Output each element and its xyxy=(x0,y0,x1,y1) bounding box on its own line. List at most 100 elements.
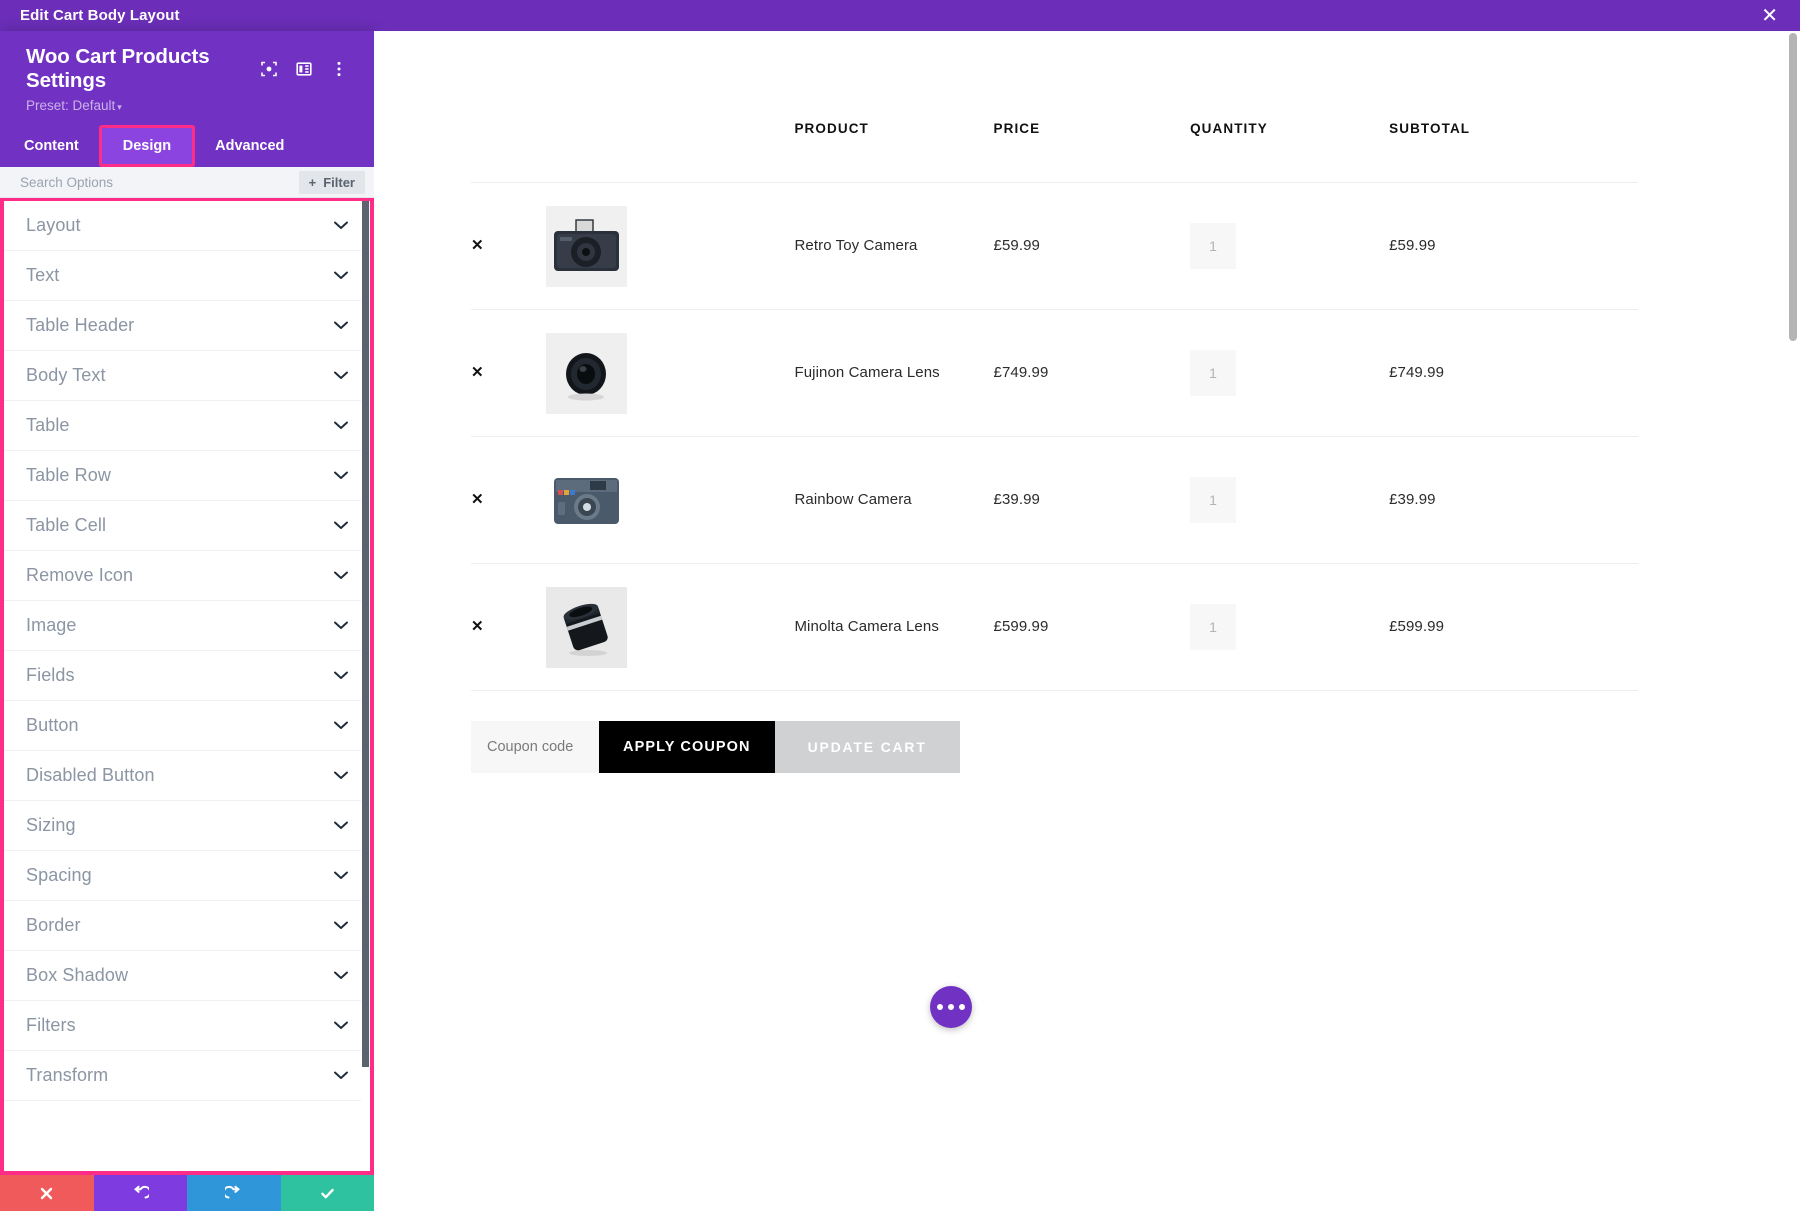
remove-item-icon[interactable]: ✕ xyxy=(471,619,484,634)
option-group-body-text[interactable]: Body Text xyxy=(4,351,370,401)
quantity-input[interactable]: 1 xyxy=(1190,477,1236,523)
option-group-sizing[interactable]: Sizing xyxy=(4,801,370,851)
product-name: Fujinon Camera Lens xyxy=(794,364,939,381)
focus-target-icon[interactable] xyxy=(260,60,278,78)
option-label: Box Shadow xyxy=(26,965,334,986)
retro-toy-camera-thumbnail[interactable] xyxy=(546,206,627,287)
option-group-text[interactable]: Text xyxy=(4,251,370,301)
chevron-down-icon xyxy=(334,221,348,230)
option-group-border[interactable]: Border xyxy=(4,901,370,951)
product-subtotal: £599.99 xyxy=(1389,618,1444,635)
cell-thumbnail xyxy=(546,183,795,310)
product-subtotal: £39.99 xyxy=(1389,491,1435,508)
tab-design[interactable]: Design xyxy=(101,127,193,165)
cell-thumbnail xyxy=(546,310,795,437)
dot-icon xyxy=(937,1004,943,1010)
apply-coupon-button[interactable]: APPLY COUPON xyxy=(599,721,775,773)
dot-icon xyxy=(948,1004,954,1010)
cell-quantity: 1 xyxy=(1190,183,1389,310)
close-icon[interactable]: ✕ xyxy=(1761,6,1800,26)
option-group-button[interactable]: Button xyxy=(4,701,370,751)
option-group-filters[interactable]: Filters xyxy=(4,1001,370,1051)
panel-scrollbar[interactable] xyxy=(361,201,370,1171)
preset-selector[interactable]: Preset: Default▾ xyxy=(26,98,354,113)
cancel-button[interactable] xyxy=(0,1175,94,1211)
quantity-input[interactable]: 1 xyxy=(1190,350,1236,396)
filter-button[interactable]: + Filter xyxy=(299,171,365,194)
chevron-down-icon xyxy=(334,621,348,630)
remove-item-icon[interactable]: ✕ xyxy=(471,238,484,253)
option-group-table-header[interactable]: Table Header xyxy=(4,301,370,351)
chevron-down-icon xyxy=(334,421,348,430)
chevron-down-icon xyxy=(334,721,348,730)
cell-product-name: Retro Toy Camera xyxy=(794,183,993,310)
chevron-down-icon xyxy=(334,571,348,580)
tab-content[interactable]: Content xyxy=(0,125,101,167)
product-price: £39.99 xyxy=(994,491,1040,508)
fujinon-camera-lens-thumbnail[interactable] xyxy=(546,333,627,414)
chevron-down-icon xyxy=(334,471,348,480)
cart-preview-stage: PRODUCT PRICE QUANTITY SUBTOTAL ✕ xyxy=(374,31,1800,1211)
minolta-camera-lens-thumbnail[interactable] xyxy=(546,587,627,668)
cart-table: PRODUCT PRICE QUANTITY SUBTOTAL ✕ xyxy=(471,121,1638,803)
panel-action-bar xyxy=(0,1175,374,1211)
search-input[interactable] xyxy=(20,175,299,190)
option-group-image[interactable]: Image xyxy=(4,601,370,651)
quantity-input[interactable]: 1 xyxy=(1190,223,1236,269)
option-label: Table Row xyxy=(26,465,334,486)
remove-item-icon[interactable]: ✕ xyxy=(471,492,484,507)
cell-product-name: Minolta Camera Lens xyxy=(794,564,993,691)
option-group-table-cell[interactable]: Table Cell xyxy=(4,501,370,551)
coupon-input[interactable] xyxy=(471,721,599,773)
coupon-area: APPLY COUPON UPDATE CART xyxy=(471,721,1638,773)
chevron-down-icon xyxy=(334,671,348,680)
product-price: £749.99 xyxy=(994,364,1049,381)
cell-subtotal: £749.99 xyxy=(1389,310,1638,437)
product-price: £59.99 xyxy=(994,237,1040,254)
rainbow-camera-thumbnail[interactable] xyxy=(546,460,627,541)
more-options-fab[interactable] xyxy=(930,986,972,1028)
check-icon xyxy=(319,1185,336,1202)
cell-product-name: Rainbow Camera xyxy=(794,437,993,564)
col-remove xyxy=(471,121,546,183)
option-group-layout[interactable]: Layout xyxy=(4,201,370,251)
option-group-remove-icon[interactable]: Remove Icon xyxy=(4,551,370,601)
page-scrollbar[interactable] xyxy=(1786,31,1800,1211)
options-list-highlight: Layout Text Table Header Body Text Table… xyxy=(0,198,374,1175)
settings-panel: Woo Cart Products Settings xyxy=(0,31,374,1211)
panel-scrollbar-thumb[interactable] xyxy=(362,201,369,1067)
chevron-down-icon xyxy=(334,1021,348,1030)
option-group-disabled-button[interactable]: Disabled Button xyxy=(4,751,370,801)
chevron-down-icon xyxy=(334,821,348,830)
settings-tabs: Content Design Advanced xyxy=(0,125,374,167)
option-group-fields[interactable]: Fields xyxy=(4,651,370,701)
chevron-down-icon xyxy=(334,871,348,880)
dot-icon xyxy=(959,1004,965,1010)
layout-columns-icon[interactable] xyxy=(295,60,313,78)
option-group-table-row[interactable]: Table Row xyxy=(4,451,370,501)
cart-actions-row: APPLY COUPON UPDATE CART xyxy=(471,691,1638,803)
col-subtotal: SUBTOTAL xyxy=(1389,121,1638,183)
quantity-input[interactable]: 1 xyxy=(1190,604,1236,650)
product-subtotal: £59.99 xyxy=(1389,237,1435,254)
cart-actions-cell: APPLY COUPON UPDATE CART xyxy=(471,691,1638,803)
col-product: PRODUCT xyxy=(794,121,993,183)
page-scrollbar-thumb[interactable] xyxy=(1789,33,1797,341)
remove-item-icon[interactable]: ✕ xyxy=(471,365,484,380)
more-vertical-icon[interactable] xyxy=(330,60,348,78)
save-button[interactable] xyxy=(281,1175,375,1211)
cell-thumbnail xyxy=(546,437,795,564)
option-label: Image xyxy=(26,615,334,636)
options-list: Layout Text Table Header Body Text Table… xyxy=(4,201,370,1171)
option-group-transform[interactable]: Transform xyxy=(4,1051,370,1101)
option-group-table[interactable]: Table xyxy=(4,401,370,451)
option-label: Disabled Button xyxy=(26,765,334,786)
option-group-spacing[interactable]: Spacing xyxy=(4,851,370,901)
redo-button[interactable] xyxy=(187,1175,281,1211)
tab-advanced[interactable]: Advanced xyxy=(193,125,306,167)
product-subtotal: £749.99 xyxy=(1389,364,1444,381)
undo-button[interactable] xyxy=(94,1175,188,1211)
option-group-box-shadow[interactable]: Box Shadow xyxy=(4,951,370,1001)
x-icon xyxy=(38,1185,55,1202)
filter-button-label: Filter xyxy=(323,175,355,190)
